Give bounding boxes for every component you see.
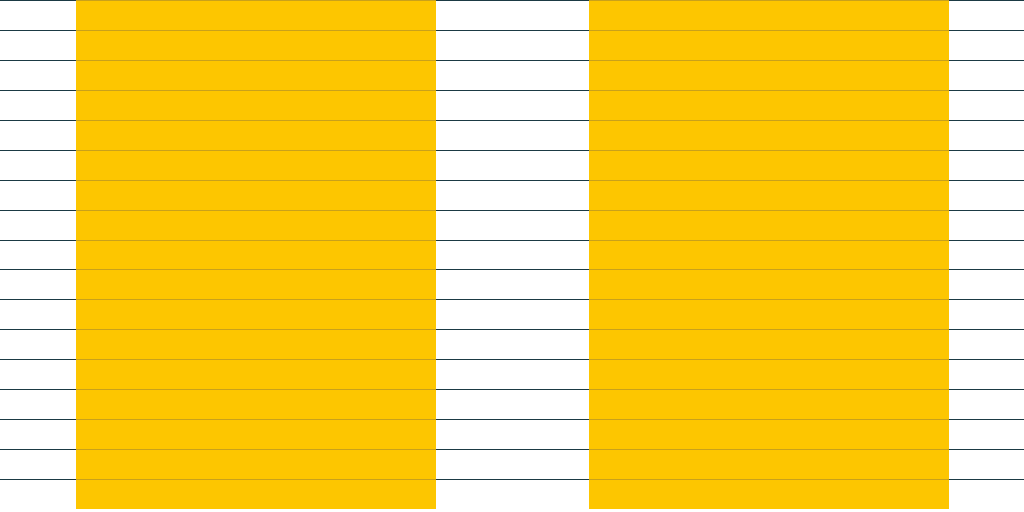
chart-canvas [0,0,1024,509]
bars-layer [76,0,949,509]
bar-chart [0,0,1024,512]
bar-2 [589,0,949,509]
bar-1 [76,0,436,509]
